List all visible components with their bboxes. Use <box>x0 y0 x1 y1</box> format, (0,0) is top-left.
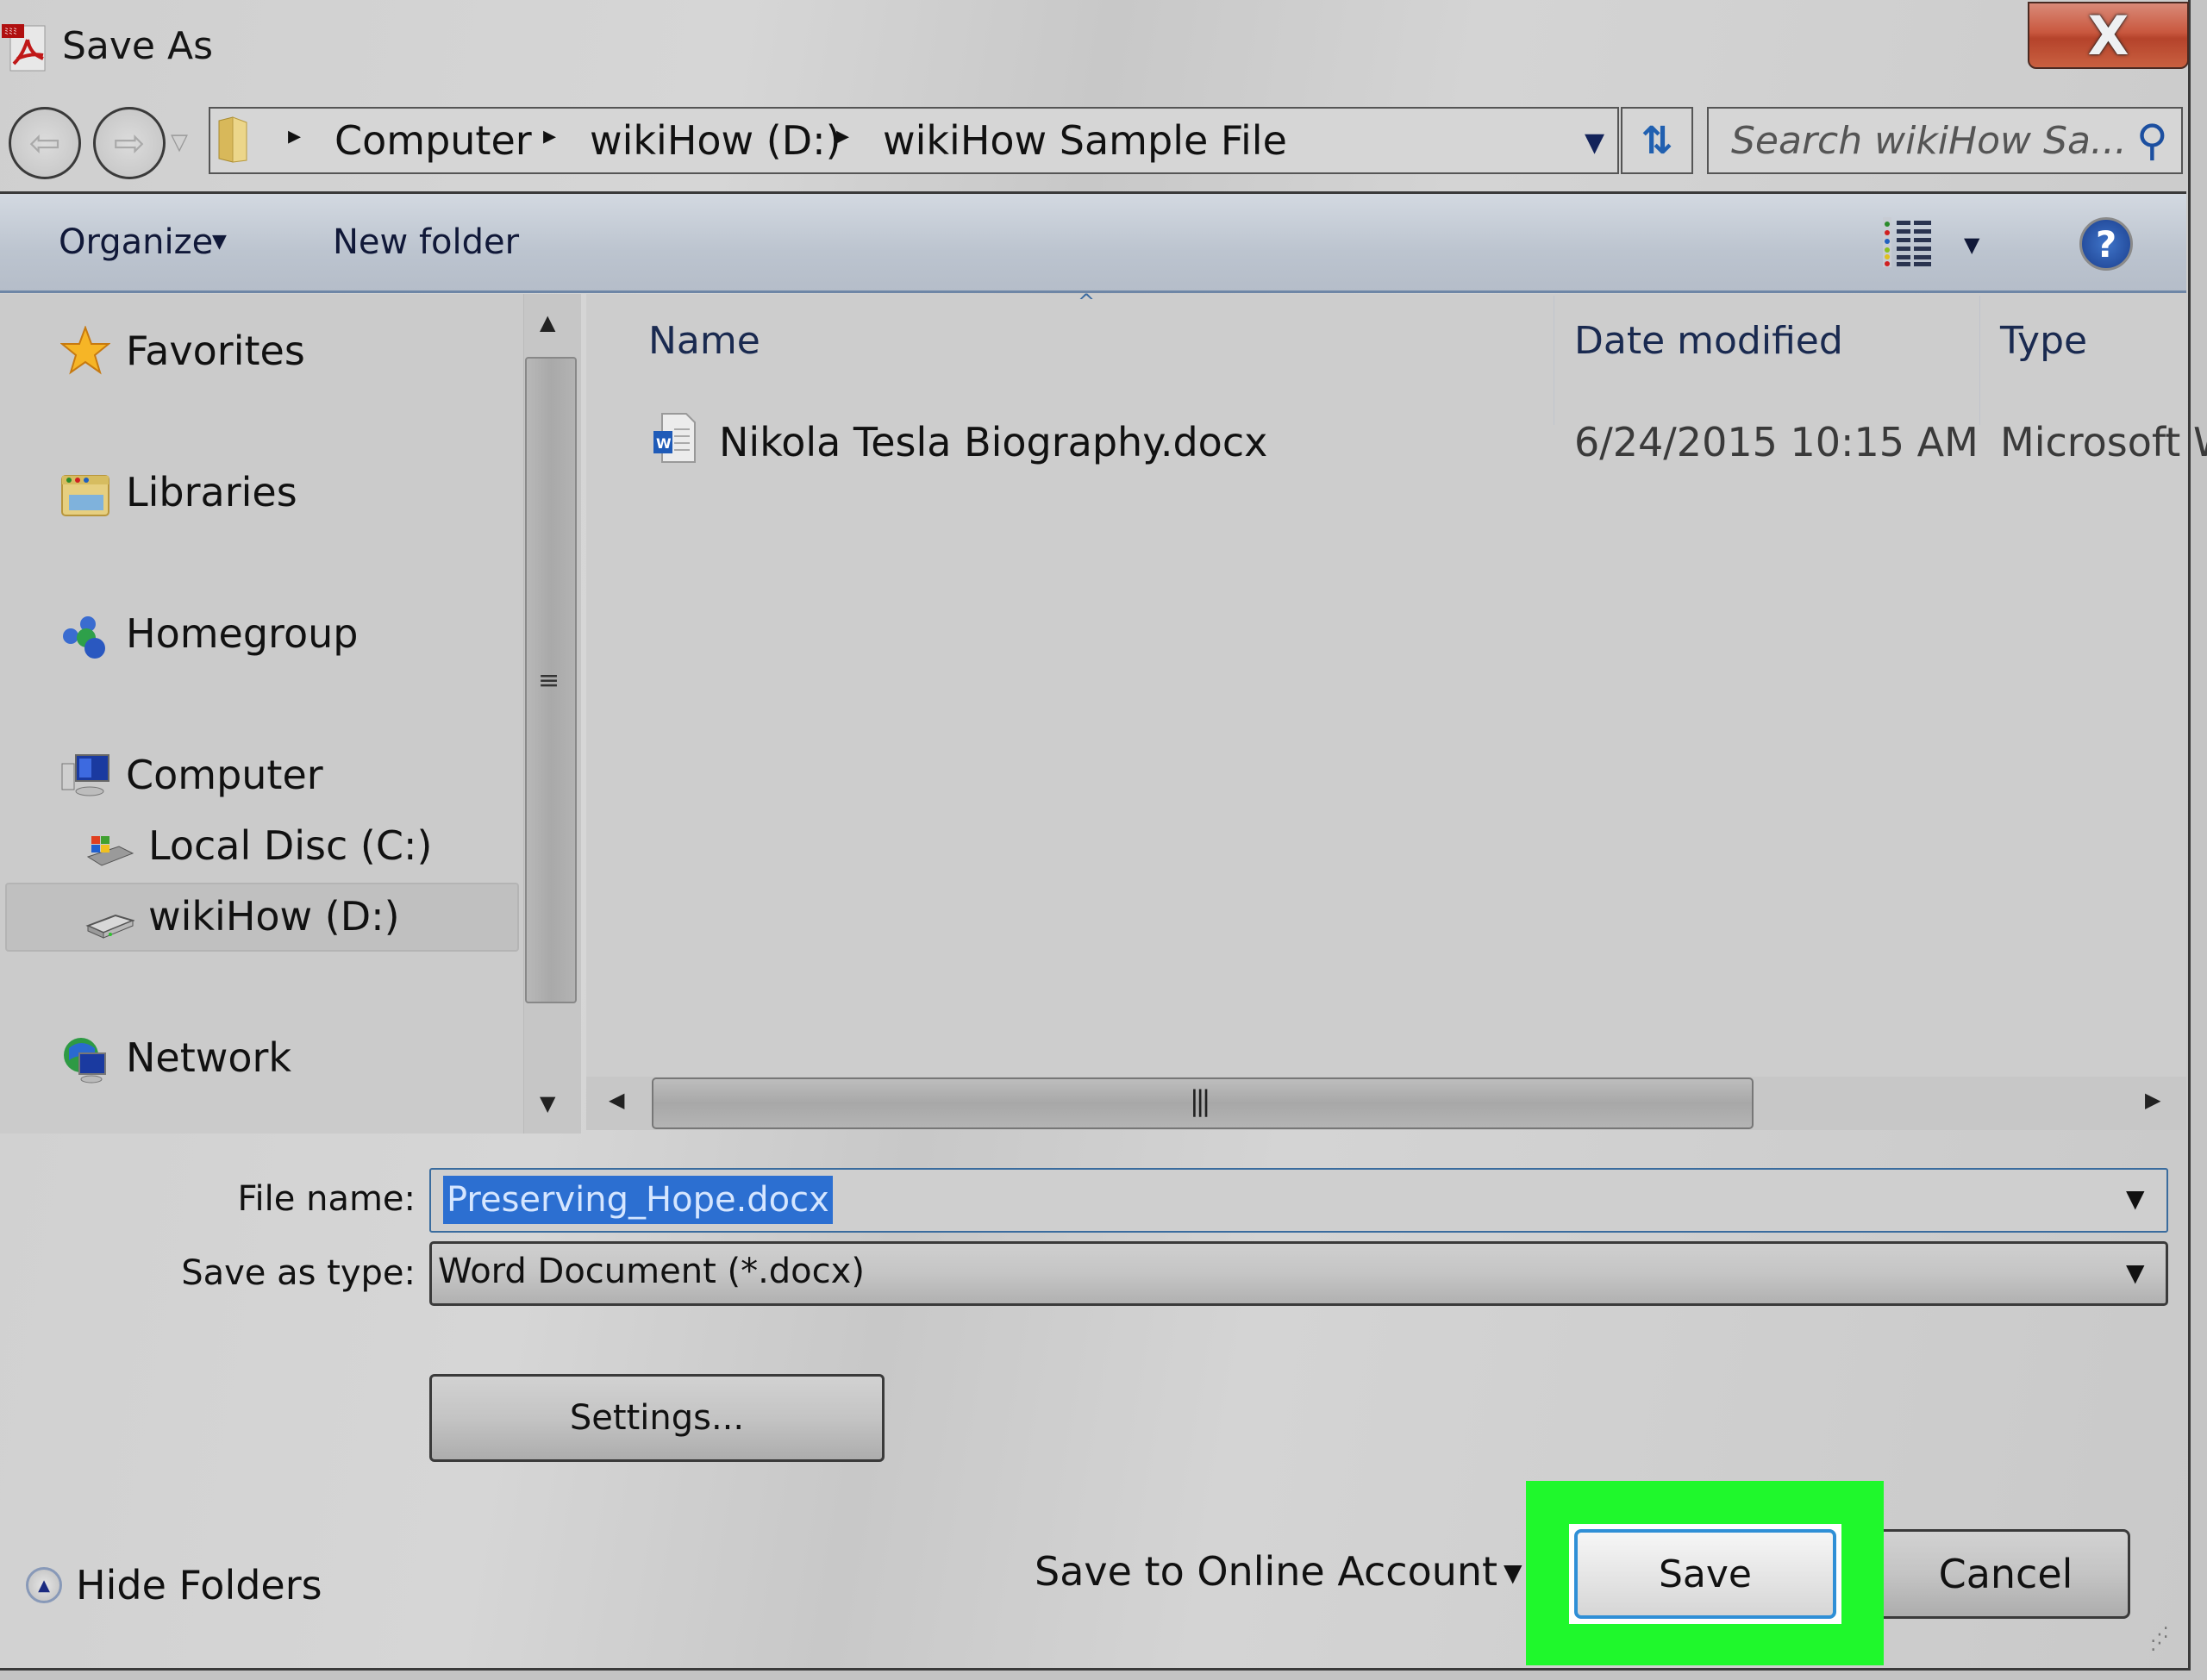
command-toolbar <box>0 191 2186 293</box>
file-type-cell: Microsoft W <box>2000 419 2207 465</box>
homegroup-icon <box>63 616 105 659</box>
breadcrumb-sample-file[interactable]: wikiHow Sample File <box>883 117 1287 164</box>
breadcrumb-wikihow-drive[interactable]: wikiHow (D:) <box>590 117 841 164</box>
sort-ascending-icon: ^ <box>1078 290 1096 314</box>
breadcrumb-separator-icon[interactable]: ▸ <box>836 121 849 151</box>
column-header-type[interactable]: Type <box>2000 319 2087 363</box>
online-account-dropdown-icon[interactable]: ▼ <box>1504 1558 1522 1587</box>
settings-button-label: Settings... <box>569 1398 745 1438</box>
address-dropdown-icon[interactable]: ▼ <box>1585 128 1604 158</box>
file-name-cell[interactable]: Nikola Tesla Biography.docx <box>719 419 1267 465</box>
libraries-icon <box>61 475 109 516</box>
forward-arrow-icon: ⇨ <box>113 121 146 166</box>
svg-text:W: W <box>656 435 672 452</box>
scroll-right-arrow-icon[interactable]: ▶ <box>2145 1088 2160 1112</box>
scrollbar-grip-icon: ||| <box>1190 1084 1210 1117</box>
file-name-selected-text[interactable]: Preserving_Hope.docx <box>443 1176 833 1224</box>
close-button[interactable]: X <box>2028 2 2189 69</box>
back-arrow-icon: ⇦ <box>28 121 61 166</box>
scrollbar-grip-icon: ≡ <box>538 665 560 696</box>
word-document-icon: W <box>653 413 696 463</box>
nav-item-local-disc-c[interactable]: Local Disc (C:) <box>148 822 432 869</box>
help-button[interactable]: ? <box>2079 217 2133 271</box>
nav-item-wikihow-d[interactable]: wikiHow (D:) <box>148 893 400 940</box>
nav-item-network[interactable]: Network <box>126 1034 291 1081</box>
search-icon[interactable]: ⚲ <box>2136 116 2168 166</box>
scroll-left-arrow-icon[interactable]: ◀ <box>609 1088 624 1112</box>
cancel-button-label: Cancel <box>1938 1551 2073 1597</box>
drive-icon <box>85 914 134 939</box>
new-folder-button[interactable]: New folder <box>333 222 519 262</box>
settings-button[interactable]: Settings... <box>429 1374 885 1462</box>
view-options-caret-icon[interactable]: ▼ <box>1964 233 1979 257</box>
refresh-button[interactable]: ⇅ <box>1621 107 1693 174</box>
window-title: Save As <box>62 24 214 68</box>
file-date-cell: 6/24/2015 10:15 AM <box>1574 419 1979 465</box>
details-view-icon[interactable] <box>1883 217 1935 267</box>
nav-item-computer[interactable]: Computer <box>126 752 323 798</box>
cancel-button[interactable]: Cancel <box>1884 1529 2130 1619</box>
back-button[interactable]: ⇦ <box>9 107 81 179</box>
organize-button[interactable]: Organize <box>59 222 213 262</box>
nav-item-homegroup[interactable]: Homegroup <box>126 610 358 657</box>
refresh-icon: ⇅ <box>1641 118 1673 163</box>
column-header-name[interactable]: Name <box>648 319 760 363</box>
hide-folders-button[interactable]: Hide Folders <box>76 1562 322 1608</box>
save-button-label: Save <box>1658 1552 1752 1596</box>
resize-grip-icon[interactable]: ⋰ ⋰ <box>2150 1626 2169 1653</box>
save-as-type-dropdown-icon[interactable]: ▼ <box>2126 1258 2145 1287</box>
nav-item-libraries[interactable]: Libraries <box>126 469 297 515</box>
computer-icon <box>61 754 109 796</box>
recent-locations-dropdown[interactable]: ▽ <box>171 129 188 155</box>
navigation-pane <box>0 294 523 1134</box>
column-header-date-modified[interactable]: Date modified <box>1574 319 1843 363</box>
acrobat-pdf-icon: ﾐﾐﾐ <box>2 24 46 72</box>
file-name-label: File name: <box>237 1179 416 1219</box>
save-as-type-label: Save as type: <box>181 1253 416 1293</box>
folder-icon <box>218 116 247 163</box>
scroll-down-arrow-icon[interactable]: ▼ <box>540 1091 555 1115</box>
hide-folders-chevron-icon[interactable]: ▲ <box>26 1567 62 1603</box>
organize-caret-icon[interactable]: ▼ <box>212 231 227 253</box>
forward-button[interactable]: ⇨ <box>93 107 166 179</box>
star-icon <box>60 326 110 375</box>
scroll-up-arrow-icon[interactable]: ▲ <box>540 310 555 334</box>
save-button[interactable]: Save <box>1574 1529 1836 1619</box>
breadcrumb-computer[interactable]: Computer <box>334 117 532 164</box>
svg-text:ﾐﾐﾐ: ﾐﾐﾐ <box>4 28 17 37</box>
network-icon <box>64 1038 106 1084</box>
save-as-type-value: Word Document (*.docx) <box>438 1252 865 1291</box>
save-to-online-account-button[interactable]: Save to Online Account <box>1035 1548 1497 1595</box>
system-drive-icon <box>86 836 134 866</box>
close-icon: X <box>2087 3 2129 67</box>
file-name-dropdown-icon[interactable]: ▼ <box>2126 1184 2145 1213</box>
nav-item-favorites[interactable]: Favorites <box>126 328 305 374</box>
breadcrumb-separator-icon[interactable]: ▸ <box>543 121 556 151</box>
search-placeholder: Search wikiHow Sa... <box>1731 119 2127 163</box>
breadcrumb-separator-icon[interactable]: ▸ <box>288 121 301 151</box>
